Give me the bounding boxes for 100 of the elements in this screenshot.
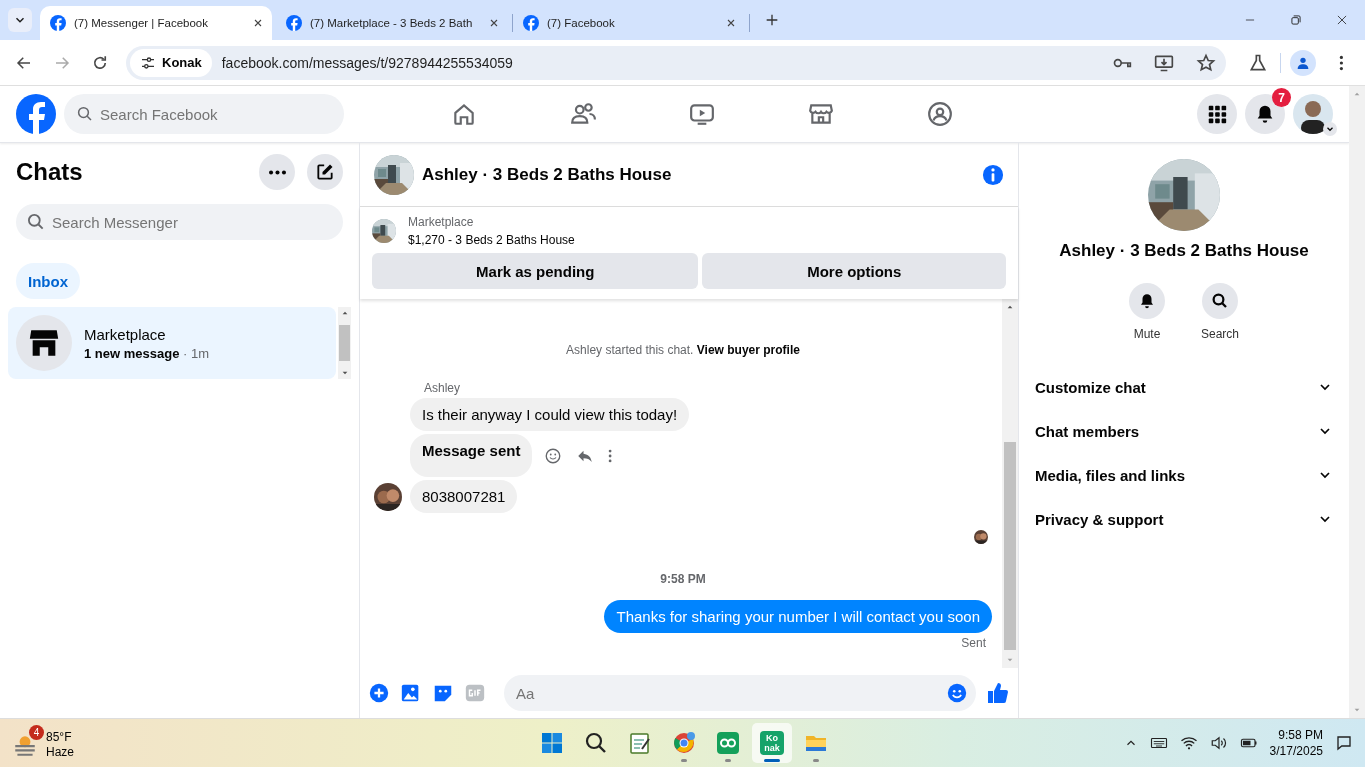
message-bubble: Thanks for sharing your number I will contact you soon — [604, 600, 992, 633]
flask-icon — [1248, 52, 1268, 73]
wifi-icon — [1179, 734, 1198, 752]
konak-app-icon: Konak — [760, 731, 784, 755]
sender-name: Ashley — [424, 381, 462, 395]
facebook-logo-icon — [16, 94, 56, 134]
down-arrow-icon — [340, 369, 349, 377]
emoji-icon — [946, 682, 968, 704]
info-icon — [982, 163, 1004, 186]
weather-condition: Haze — [46, 745, 74, 760]
conversation-title: Ashley · 3 Beds 2 Baths House — [422, 164, 673, 185]
loop-icon — [716, 731, 740, 755]
more-button[interactable] — [608, 448, 613, 463]
search-icon — [584, 731, 608, 755]
grid-icon — [1206, 103, 1228, 125]
chat-notice: Ashley started this chat. View buyer profile — [565, 343, 801, 357]
message-bubble: Message sent — [410, 434, 533, 477]
account-menu-button[interactable] — [1323, 122, 1337, 136]
clock-time: 9:58 PM — [1277, 727, 1323, 743]
smiley-icon — [544, 446, 563, 465]
close-icon — [725, 17, 737, 29]
close-icon — [252, 17, 264, 29]
menu-button[interactable] — [1197, 94, 1237, 134]
facebook-logo-icon — [523, 15, 539, 31]
search-icon — [26, 212, 46, 232]
scrollbar[interactable] — [338, 307, 351, 379]
notification-count: 7 — [1272, 88, 1291, 107]
tab-title: (7) Messenger | Facebook — [74, 17, 210, 29]
listing-action-button[interactable]: More options — [702, 253, 1006, 289]
chats-title: Chats — [16, 158, 84, 186]
video-icon — [688, 101, 715, 127]
tab-search-button[interactable] — [8, 8, 32, 32]
temperature: 85°F — [46, 730, 73, 745]
info-button[interactable] — [982, 163, 1004, 186]
tune-icon — [140, 54, 156, 71]
volume-icon — [1209, 734, 1228, 752]
reload-icon — [91, 53, 109, 72]
message-bubble: 8038007281 — [410, 480, 518, 513]
star-icon — [1196, 52, 1216, 73]
facebook-logo-icon — [286, 15, 302, 31]
group-icon — [926, 101, 953, 127]
people-icon — [569, 101, 596, 127]
weather-badge: 4 — [29, 725, 44, 740]
buyer-profile-link[interactable]: View buyer profile — [696, 343, 800, 357]
details-section[interactable]: Chat members — [1027, 409, 1341, 453]
search-icon — [1211, 292, 1229, 310]
windows-icon — [540, 731, 564, 755]
notification-icon — [1335, 734, 1353, 752]
delivery-status: Sent — [961, 636, 986, 650]
filter-tab[interactable]: Inbox — [16, 263, 80, 299]
thumbs-up-icon — [986, 681, 1010, 705]
address-bar[interactable]: Konak facebook.com/messages/t/9278944255534059 — [126, 45, 1226, 80]
message-field[interactable]: Aa — [504, 675, 976, 711]
page-scrollbar[interactable] — [1349, 86, 1365, 718]
details-section[interactable]: Privacy & support — [1027, 497, 1341, 541]
listing-source: Marketplace — [408, 215, 475, 229]
search-field[interactable]: Search Messenger — [16, 204, 343, 240]
more-horizontal-icon — [268, 169, 286, 175]
browser-tab[interactable]: (7) Messenger | Facebook — [40, 6, 272, 40]
close-icon — [488, 17, 500, 29]
gif-icon — [464, 682, 486, 704]
options-button[interactable] — [259, 154, 295, 190]
clock-date: 3/17/2025 — [1269, 743, 1323, 759]
add-button[interactable] — [368, 682, 390, 704]
up-arrow-icon — [1353, 90, 1361, 98]
listing-action-button[interactable]: Mark as pending — [372, 253, 699, 289]
down-arrow-icon — [1353, 706, 1361, 714]
scrollbar[interactable] — [1002, 299, 1018, 668]
up-arrow-icon — [1006, 303, 1014, 311]
tab-title: (7) Marketplace - 3 Beds 2 Bath — [310, 17, 474, 29]
details-title: Ashley · 3 Beds 2 Baths House — [1059, 241, 1309, 261]
restore-icon — [1289, 13, 1303, 27]
listing-title: $1,270 - 3 Beds 2 Baths House — [408, 233, 575, 247]
plus-icon — [764, 12, 780, 28]
like-button[interactable] — [986, 681, 1010, 705]
compose-icon — [315, 162, 335, 182]
site-info-chip[interactable]: Konak — [130, 48, 212, 77]
store-icon — [807, 101, 834, 127]
down-arrow-icon — [1006, 656, 1014, 664]
url-text: facebook.com/messages/t/9278944255534059 — [221, 54, 514, 71]
tab-title: (7) Facebook — [547, 17, 616, 29]
details-section[interactable]: Media, files and links — [1027, 453, 1341, 497]
react-button[interactable] — [544, 446, 563, 465]
plus-circle-icon — [368, 682, 390, 704]
message-time: 9:58 PM — [659, 572, 707, 586]
up-arrow-icon — [340, 309, 349, 317]
browser-tab[interactable]: (7) Marketplace - 3 Beds 2 Bath — [276, 6, 508, 40]
notepad-icon — [628, 731, 652, 755]
message-bubble: Is their anyway I could view this today! — [410, 398, 690, 431]
details-section[interactable]: Customize chat — [1027, 365, 1341, 409]
new-message-button[interactable] — [307, 154, 343, 190]
more-vertical-icon — [608, 448, 613, 463]
search-field[interactable]: Search Facebook — [64, 94, 344, 134]
notifications-button[interactable] — [1245, 94, 1285, 134]
chrome-icon — [672, 731, 696, 755]
facebook-logo-icon — [50, 15, 66, 31]
close-icon — [1335, 13, 1349, 27]
chat-item[interactable]: Marketplace 1 new message · 1m — [8, 307, 336, 379]
browser-tab[interactable]: (7) Facebook — [513, 6, 745, 40]
search-icon — [76, 105, 94, 123]
